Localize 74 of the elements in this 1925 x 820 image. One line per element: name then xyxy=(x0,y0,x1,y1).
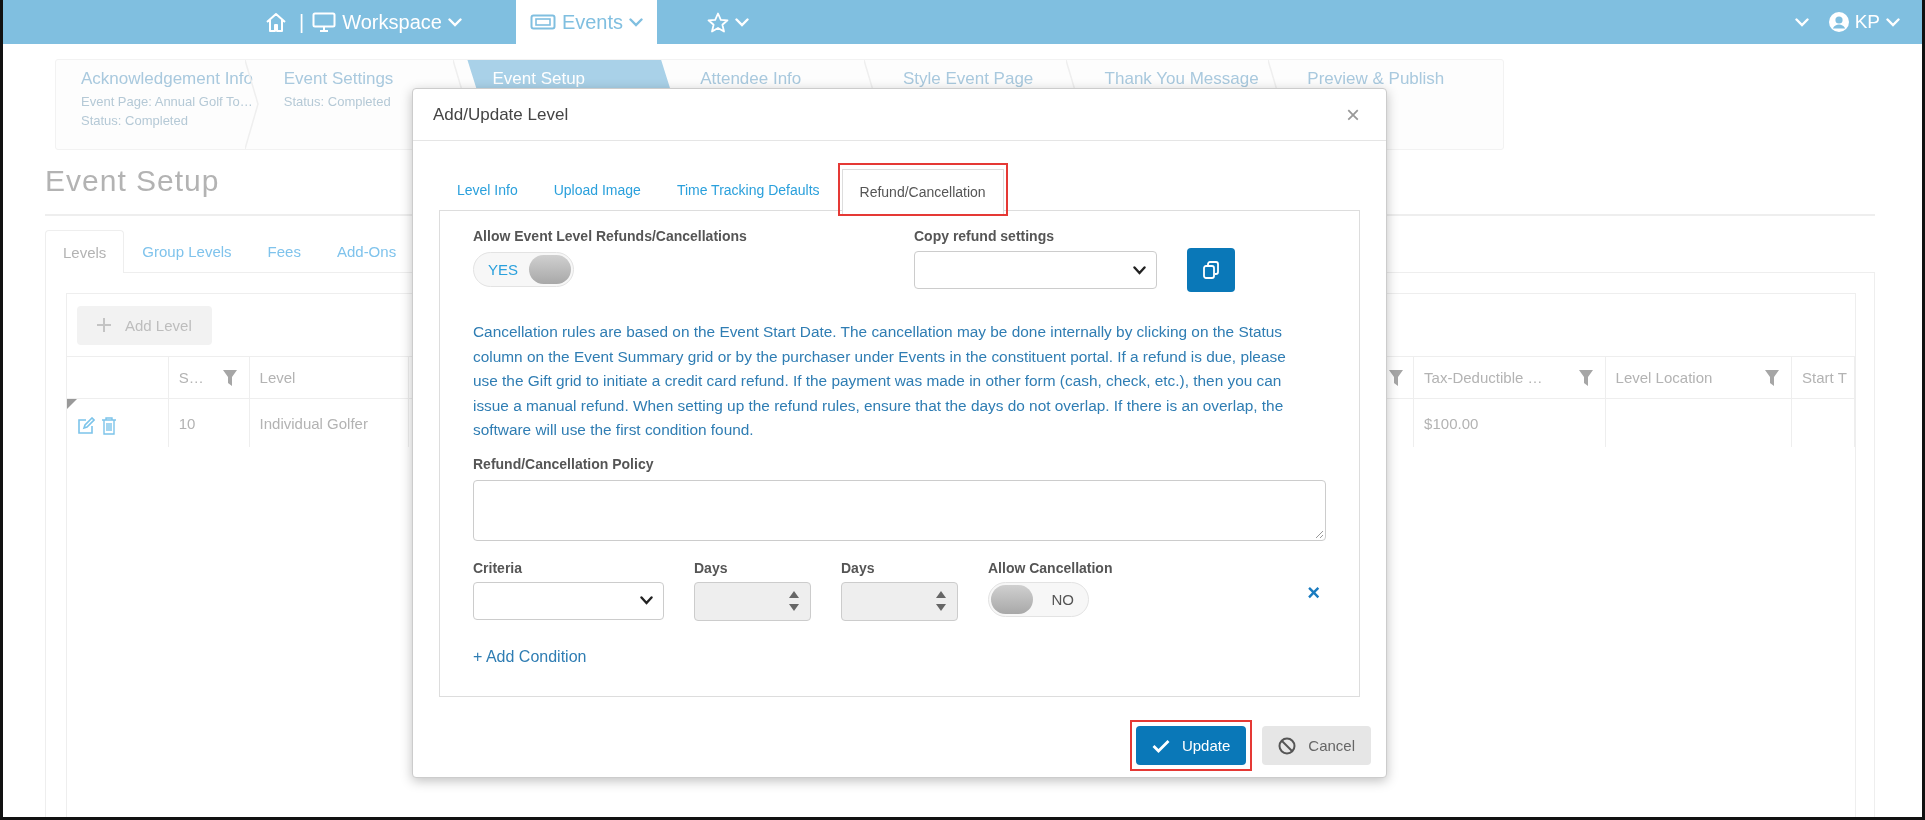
step-status: Event Page: Annual Golf To… xyxy=(81,93,254,111)
column-header[interactable]: Tax-Deductible … xyxy=(1414,357,1606,399)
filter-icon[interactable] xyxy=(1389,369,1404,386)
remove-button[interactable]: × xyxy=(1307,579,1326,606)
tab[interactable]: Levels xyxy=(45,230,125,273)
column-title: Tax-Deductible … xyxy=(1424,369,1543,386)
step-label: Event Settings xyxy=(283,68,395,90)
filter-icon[interactable] xyxy=(1578,369,1593,386)
wizard-step[interactable]: Acknowledgement Info Event Page: Annual Golf To… Status: Completed xyxy=(56,60,259,149)
tab[interactable]: Fees xyxy=(249,230,319,272)
field-label: Allow Cancellation xyxy=(988,559,1113,576)
update-button[interactable]: Update xyxy=(1135,726,1247,765)
field-label: Copy refund settings xyxy=(914,228,1055,244)
edit-icon[interactable] xyxy=(77,417,95,435)
column-title: Start T xyxy=(1802,369,1847,386)
step-status: Status: Completed xyxy=(283,93,392,111)
tab[interactable]: Time Tracking Defaults xyxy=(658,167,838,211)
plus-icon xyxy=(97,318,111,332)
step-label: Attendee Info xyxy=(700,68,803,90)
column-header[interactable]: Start T xyxy=(1792,357,1855,399)
resize-grip-icon xyxy=(1315,529,1323,538)
filter-icon[interactable] xyxy=(222,369,237,386)
step-label: Event Setup xyxy=(492,68,587,90)
toggle-switch[interactable]: NO xyxy=(988,581,1089,617)
column-title: Level Location xyxy=(1615,369,1713,386)
chevron-down-icon[interactable] xyxy=(1133,265,1146,275)
number-field[interactable] xyxy=(694,581,811,621)
table-cell: Individual Golfer xyxy=(249,399,410,447)
separator: | xyxy=(299,10,305,34)
info-paragraph: Cancellation rules are based on the Event Start Date. The cancellation may be done internally by clicking on the Status column on the Event Summary grid or by the purchaser under Events in the constituent portal. If a refund is due, please use the Gift grid to initiate a credit card refund. If the payment was made in other form (cash, check, etc.), then you can issue a manual refund. When setting up the refund rules, ensure that the days do not overlap. If there is an overlap, the software will use the first condition found. xyxy=(473,322,1287,441)
monitor-icon xyxy=(312,12,337,32)
check-icon xyxy=(1151,738,1170,753)
add-condition-link[interactable]: + Add Condition xyxy=(473,647,587,666)
chevron-down-icon[interactable] xyxy=(640,596,653,606)
field-label: Days xyxy=(694,559,729,576)
tab[interactable]: Refund/Cancellation xyxy=(841,169,1004,214)
column-header[interactable]: Level xyxy=(249,357,410,399)
field-label: Days xyxy=(841,559,876,576)
step-label: Acknowledgement Info xyxy=(81,68,254,90)
tab[interactable]: Level Info xyxy=(439,167,536,211)
column-header[interactable] xyxy=(67,357,169,399)
cancel-button[interactable]: Cancel xyxy=(1262,726,1371,765)
trash-icon[interactable] xyxy=(101,417,117,435)
text-area[interactable] xyxy=(473,479,1326,541)
table-cell: $100.00 xyxy=(1414,399,1606,447)
field-label: Criteria xyxy=(473,559,524,576)
column-header[interactable]: Level Location xyxy=(1605,357,1793,399)
tab[interactable]: Group Levels xyxy=(124,230,250,272)
nav-tab[interactable]: Events xyxy=(515,0,658,44)
tab[interactable]: Upload Image xyxy=(535,167,659,211)
user-avatar-icon[interactable] xyxy=(1828,12,1849,32)
step-label: Style Event Page xyxy=(902,68,1035,90)
column-title: Level xyxy=(259,369,296,386)
number-field[interactable] xyxy=(841,581,958,621)
user-initials[interactable]: KP xyxy=(1854,11,1880,33)
cancel-icon xyxy=(1278,736,1297,755)
field-label: Allow Event Level Refunds/Cancellations xyxy=(473,228,748,244)
column-header[interactable]: S… xyxy=(168,357,250,399)
toggle-switch[interactable]: YES xyxy=(473,252,574,287)
copy-button[interactable] xyxy=(1187,248,1235,292)
copy-icon xyxy=(1203,261,1219,279)
home-icon[interactable] xyxy=(265,11,287,33)
step-label: Thank You Message xyxy=(1104,68,1260,90)
close-button[interactable]: × xyxy=(1342,102,1364,127)
tab[interactable]: Add-Ons xyxy=(318,230,415,272)
table-cell: 10 xyxy=(168,399,250,447)
modal-title: Add/Update Level xyxy=(433,104,569,125)
field-label: Refund/Cancellation Policy xyxy=(473,455,655,472)
step-status: Status: Completed xyxy=(81,112,189,130)
corner-mark-icon xyxy=(67,399,77,409)
filter-icon[interactable] xyxy=(1765,369,1780,386)
ticket-icon xyxy=(529,14,556,30)
star-icon[interactable] xyxy=(707,11,730,33)
column-title: S… xyxy=(178,369,204,386)
